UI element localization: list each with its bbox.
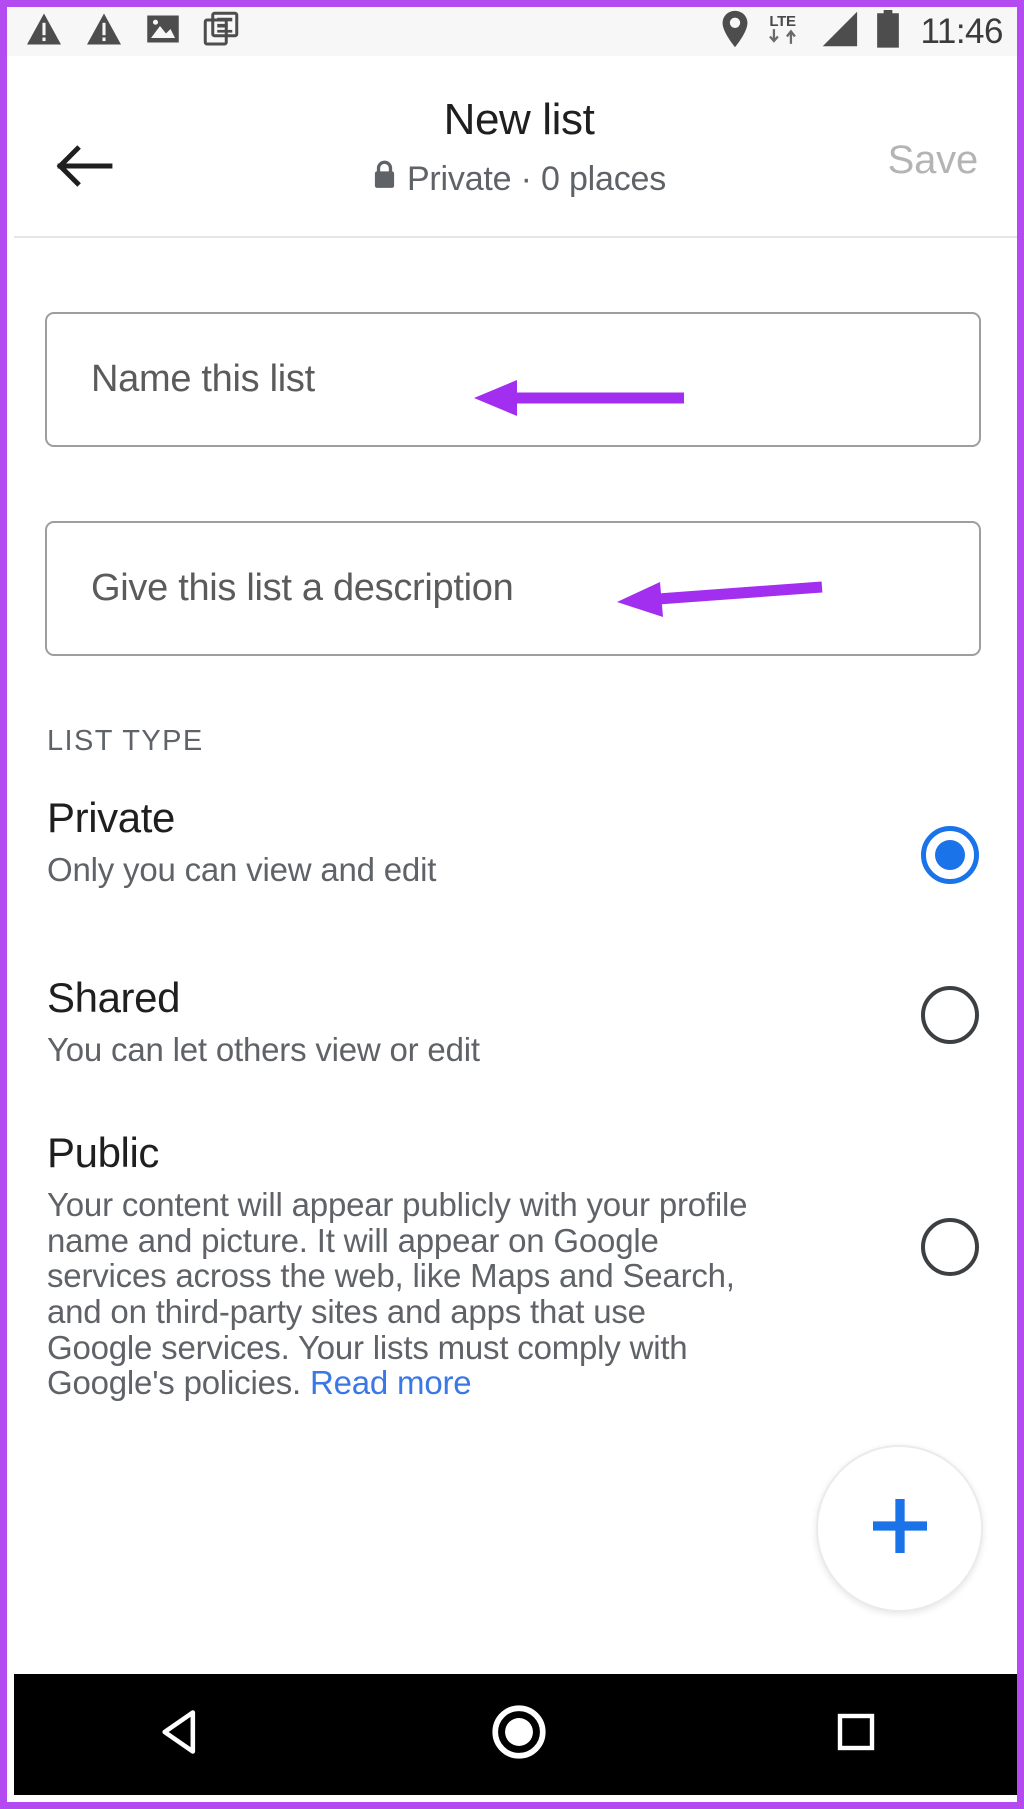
status-bar-clock: 11:46	[920, 11, 1004, 51]
page-title: New list	[443, 95, 595, 144]
nav-recents-button[interactable]	[781, 1674, 931, 1795]
system-navigation-bar	[14, 1674, 1017, 1795]
radio-private[interactable]	[921, 826, 979, 884]
list-description-input[interactable]: Give this list a description	[45, 521, 981, 656]
image-icon	[145, 12, 181, 51]
add-place-fab[interactable]	[816, 1445, 983, 1612]
document-stack-icon	[203, 11, 239, 52]
status-bar-system: LTE 11:46	[721, 10, 1004, 53]
option-title: Shared	[47, 974, 181, 1021]
nav-back-button[interactable]	[107, 1674, 257, 1795]
nav-back-triangle-icon	[156, 1706, 208, 1763]
phone-screenshot: LTE 11:46 New list Private · 0 places Sa…	[0, 0, 1024, 1809]
radio-shared[interactable]	[921, 986, 979, 1044]
network-label: LTE	[769, 13, 796, 30]
option-title: Public	[47, 1129, 159, 1176]
network-type-indicator: LTE	[763, 14, 803, 49]
list-type-option-shared[interactable]: Shared You can let others view or edit	[14, 974, 1017, 1069]
warning-icon	[85, 12, 123, 51]
status-bar-notifications	[25, 11, 721, 52]
battery-icon	[875, 10, 901, 53]
list-name-placeholder: Name this list	[91, 358, 315, 400]
warning-icon	[25, 12, 63, 51]
list-meta: Private · 0 places	[14, 160, 1017, 199]
list-type-option-public[interactable]: Public Your content will appear publicly…	[14, 1129, 1017, 1401]
list-type-option-private[interactable]: Private Only you can view and edit	[14, 794, 1017, 889]
title-block: New list Private · 0 places	[14, 95, 1017, 199]
nav-home-circle-icon	[488, 1701, 550, 1768]
list-type-section-label: LIST TYPE	[47, 725, 204, 757]
plus-icon	[864, 1490, 936, 1567]
data-transfer-icon	[763, 28, 803, 49]
app-bar: New list Private · 0 places Save	[14, 56, 1017, 238]
option-description: You can let others view or edit	[47, 1031, 480, 1069]
lock-icon	[372, 160, 397, 199]
save-button[interactable]: Save	[888, 138, 979, 183]
list-name-input[interactable]: Name this list	[45, 312, 981, 447]
signal-bars-icon	[817, 10, 861, 53]
list-description-placeholder: Give this list a description	[91, 567, 514, 609]
option-description: Your content will appear publicly with y…	[47, 1187, 759, 1401]
location-pin-icon	[721, 10, 749, 53]
option-title: Private	[47, 794, 175, 841]
nav-recents-square-icon	[832, 1708, 880, 1761]
option-description: Only you can view and edit	[47, 851, 437, 889]
form-content: Name this list Give this list a descript…	[14, 240, 1017, 1688]
status-bar: LTE 11:46	[7, 7, 1017, 56]
list-meta-text: Private · 0 places	[406, 160, 667, 199]
read-more-link[interactable]: Read more	[310, 1364, 472, 1401]
radio-public[interactable]	[921, 1218, 979, 1276]
nav-home-button[interactable]	[444, 1674, 594, 1795]
